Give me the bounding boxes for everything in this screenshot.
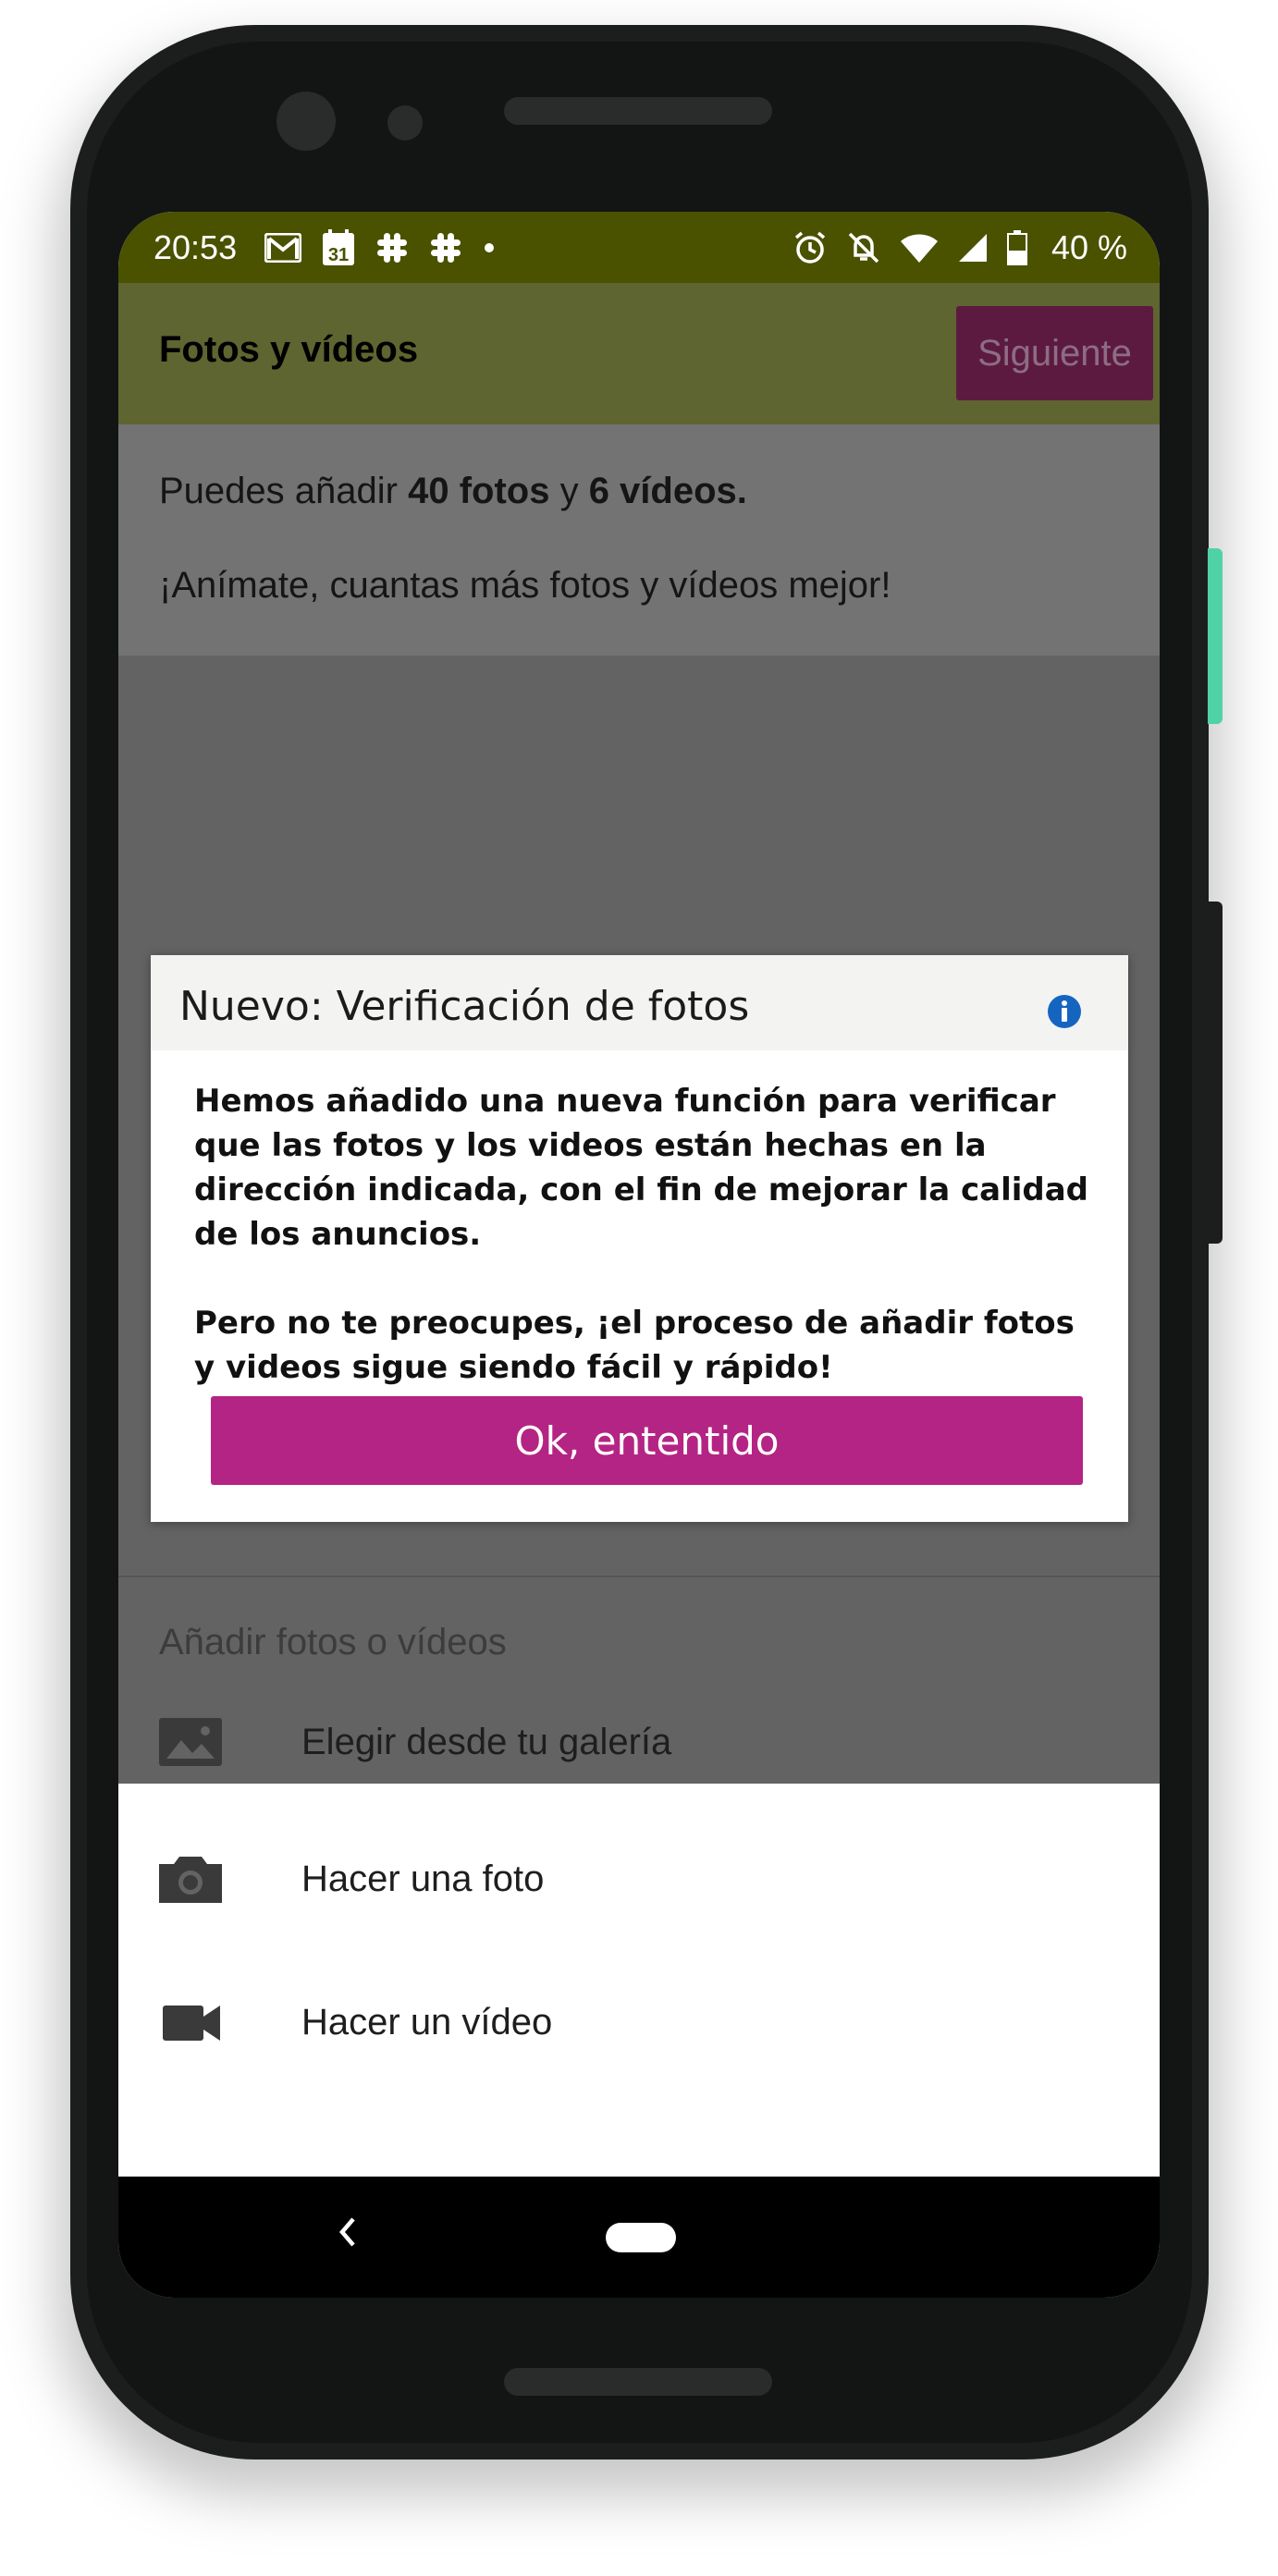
ok-button[interactable]: Ok, ententido <box>211 1396 1083 1485</box>
option-take-photo-label: Hacer una foto <box>301 1858 545 1899</box>
home-pill[interactable] <box>606 2223 676 2252</box>
upload-limit-prefix: Puedes añadir <box>159 471 409 511</box>
power-button <box>1208 548 1223 724</box>
battery-icon <box>1006 229 1027 265</box>
wifi-icon <box>900 232 939 264</box>
page-title: Fotos y vídeos <box>159 329 419 370</box>
encouragement-text: ¡Anímate, cuantas más fotos y vídeos mej… <box>159 565 891 606</box>
upload-limit-text: Puedes añadir 40 fotos y 6 vídeos. <box>159 471 747 512</box>
dot-icon <box>483 241 496 254</box>
dialog-body: Hemos añadido una nueva función para ver… <box>194 1079 1100 1390</box>
videos-count: 6 vídeos. <box>588 471 747 511</box>
option-take-photo[interactable]: Hacer una foto <box>118 1823 1160 1934</box>
info-icon[interactable] <box>1047 994 1082 1029</box>
app-bar: Fotos y vídeos Siguiente <box>118 283 1160 424</box>
image-icon <box>159 1714 222 1770</box>
back-icon[interactable] <box>333 2214 361 2251</box>
option-gallery[interactable]: Elegir desde tu galería <box>118 1687 1160 1797</box>
front-camera <box>276 92 336 151</box>
gmail-icon <box>264 232 302 263</box>
dialog-title: Nuevo: Verificación de fotos <box>179 983 750 1030</box>
battery-percentage: 40 % <box>1051 227 1127 266</box>
info-section: Puedes añadir 40 fotos y 6 vídeos. ¡Aním… <box>118 424 1160 656</box>
alarm-icon <box>793 230 828 265</box>
slack-icon <box>429 231 462 264</box>
add-media-title: Añadir fotos o vídeos <box>159 1622 507 1662</box>
bottom-speaker <box>504 2368 772 2396</box>
calendar-day-text: 31 <box>328 245 349 265</box>
earpiece-speaker <box>504 97 772 125</box>
option-gallery-label: Elegir desde tu galería <box>301 1722 672 1762</box>
system-nav-bar <box>118 2177 1160 2298</box>
option-record-video-label: Hacer un vídeo <box>301 2002 553 2042</box>
option-record-video[interactable]: Hacer un vídeo <box>118 1967 1160 2078</box>
upload-limit-conjunction: y <box>549 471 589 511</box>
divider <box>118 1576 1160 1577</box>
dialog-paragraph: Hemos añadido una nueva función para ver… <box>194 1083 1089 1253</box>
slack-icon <box>375 231 409 264</box>
video-camera-icon <box>159 1994 222 2050</box>
dialog-header: Nuevo: Verificación de fotos <box>151 955 1128 1050</box>
calendar-icon: 31 <box>322 228 355 266</box>
bell-off-icon <box>846 230 881 265</box>
signal-icon <box>957 232 989 264</box>
photos-count: 40 fotos <box>408 471 550 511</box>
status-time: 20:53 <box>154 227 238 266</box>
proximity-sensor <box>387 105 423 141</box>
dialog-paragraph: Pero no te preocupes, ¡el proceso de aña… <box>194 1305 1075 1386</box>
status-bar: 20:53 31 40 % <box>118 212 1160 283</box>
camera-icon <box>159 1851 222 1907</box>
next-button[interactable]: Siguiente <box>956 306 1153 400</box>
verification-dialog: Nuevo: Verificación de fotos Hemos añadi… <box>151 955 1128 1522</box>
volume-button <box>1208 902 1223 1244</box>
